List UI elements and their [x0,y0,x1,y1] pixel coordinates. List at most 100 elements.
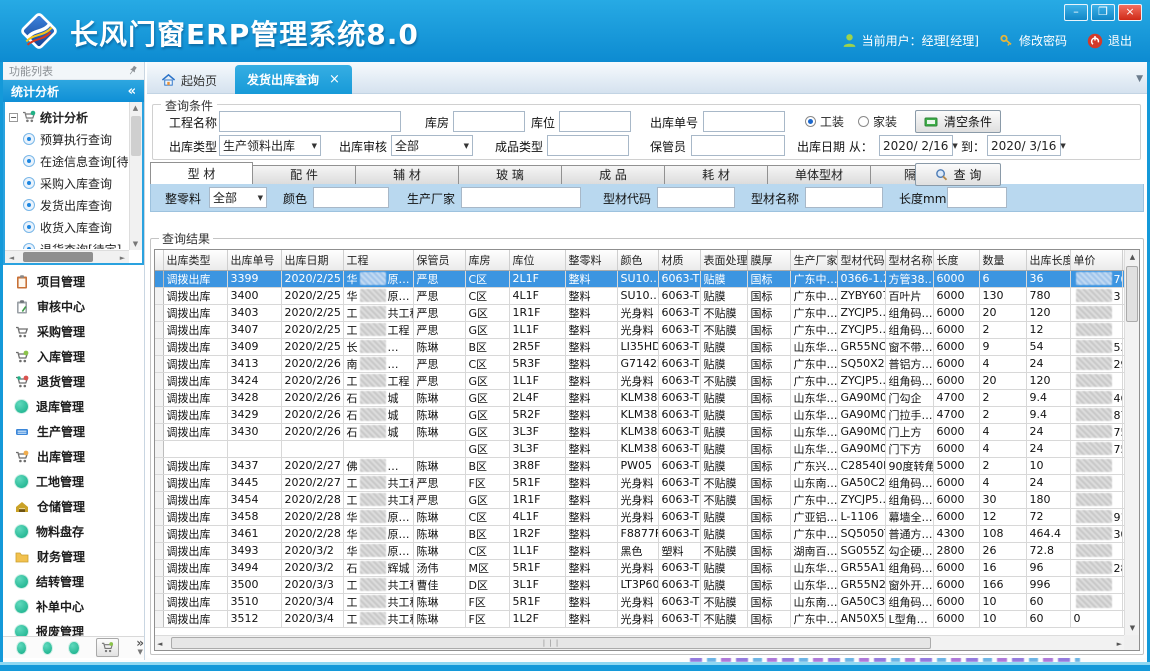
material-tab-耗材[interactable]: 耗 材 [665,165,768,185]
tree-collapse-icon[interactable]: − [9,113,18,122]
tree-item[interactable]: 采购入库查询 [9,172,128,194]
table-row[interactable]: 调拨出库34542020/2/28工共工程严思G区1R1F整料光身料6063-T… [155,491,1124,508]
column-header-材质[interactable]: 材质 [658,250,700,270]
cart-toolbar-button[interactable] [96,638,120,657]
column-header-型材代码[interactable]: 型材代码 [837,250,885,270]
table-row[interactable]: 调拨出库35002020/3/3工共工程曹佳D区3L1F整料LT3P606063… [155,576,1124,593]
table-row[interactable]: 调拨出库35122020/3/4工共工程陈琳F区1L2F整料光身料6063-T5… [155,610,1124,627]
column-header-型材名称[interactable]: 型材名称 [885,250,933,270]
whole-piece-select[interactable]: 全部▼ [209,187,267,208]
clear-conditions-button[interactable]: 清空条件 [915,110,1001,133]
sidebar-item-入库管理[interactable]: 入库管理 [3,344,144,369]
project-name-input[interactable] [219,111,401,132]
color-input[interactable] [313,187,389,208]
column-header-数量[interactable]: 数量 [979,250,1026,270]
tab-home[interactable]: 起始页 [151,67,227,93]
table-row[interactable]: 调拨出库34452020/2/27工共工程严思F区5R1F整料光身料6063-T… [155,474,1124,491]
length-input[interactable] [947,187,1007,208]
date-to-picker[interactable]: 2020/ 3/16▼ [987,135,1061,156]
sidebar-item-出库管理[interactable]: 出库管理 [3,444,144,469]
table-row[interactable]: 调拨出库34582020/2/28华原…陈琳C区4L1F整料光身料6063-T5… [155,508,1124,525]
tab-shipping-outbound-query[interactable]: 发货出库查询 × [235,65,352,94]
sidebar-item-生产管理[interactable]: 生产管理 [3,419,144,444]
profile-code-input[interactable] [657,187,735,208]
column-header-出库单号[interactable]: 出库单号 [227,250,281,270]
table-row[interactable]: 调拨出库34092020/2/25长…陈琳B区2R5F整料LI35HD6063-… [155,338,1124,355]
radio-jiazhuang[interactable]: 家装 [858,113,897,130]
product-type-input[interactable] [547,135,629,156]
table-row[interactable]: 调拨出库34372020/2/27佛…陈琳B区3R8F整料PW056063-T5… [155,457,1124,474]
table-row[interactable]: 调拨出库34612020/2/28华原…陈琳B区1R2F整料F8877FT606… [155,525,1124,542]
column-header-出库日期[interactable]: 出库日期 [281,250,343,270]
tree-item[interactable]: 收货入库查询 [9,216,128,238]
column-header-膜厚[interactable]: 膜厚 [747,250,790,270]
column-header-库位[interactable]: 库位 [509,250,565,270]
outbound-no-input[interactable] [703,111,785,132]
sidebar-item-结转管理[interactable]: 结转管理 [3,569,144,594]
tree-item[interactable]: 发货出库查询 [9,194,128,216]
collapse-icon[interactable]: « [128,84,136,99]
sidebar-item-采购管理[interactable]: 采购管理 [3,319,144,344]
tabstrip-dropdown-icon[interactable]: ▼ [1136,74,1143,84]
material-tab-成品[interactable]: 成 品 [562,165,665,185]
sidebar-item-仓储管理[interactable]: 仓储管理 [3,494,144,519]
sidebar-section-statistics[interactable]: 统计分析 « [3,80,144,102]
keeper-input[interactable] [691,135,785,156]
manufacturer-input[interactable] [461,187,581,208]
column-header-保管员[interactable]: 保管员 [413,250,465,270]
pin-icon[interactable] [128,65,138,76]
column-header-库房[interactable]: 库房 [465,250,509,270]
date-from-picker[interactable]: 2020/ 2/16▼ [879,135,953,156]
column-header-长度[interactable]: 长度 [933,250,979,270]
tree-item[interactable]: 退货查询[待定] [9,238,128,249]
column-header-单价[interactable]: 单价 [1070,250,1122,270]
table-row[interactable]: 调拨出库34242020/2/26工工程严思G区1L1F整料光身料6063-T5… [155,372,1124,389]
dot-icon[interactable] [43,642,52,654]
table-row[interactable]: 调拨出库33992020/2/25华原…严思C区2L1F整料SU10…6063-… [155,270,1124,287]
column-header-整零料[interactable]: 整零料 [565,250,617,270]
close-button[interactable]: × [1118,4,1142,21]
profile-name-input[interactable] [805,187,883,208]
sidebar-item-财务管理[interactable]: 财务管理 [3,544,144,569]
change-password-button[interactable]: 修改密码 [999,32,1067,49]
logout-button[interactable]: 退出 [1087,32,1132,49]
outbound-type-select[interactable]: 生产领料出库▼ [219,135,321,156]
tree-horizontal-scrollbar[interactable]: ◄► [5,250,129,263]
sidebar-item-项目管理[interactable]: 项目管理 [3,269,144,294]
table-row[interactable]: 调拨出库34282020/2/26石城陈琳G区2L4F整料KLM38176063… [155,389,1124,406]
table-row[interactable]: 调拨出库34032020/2/25工共工程严思G区1R1F整料光身料6063-T… [155,304,1124,321]
material-tab-玻璃[interactable]: 玻 璃 [459,165,562,185]
warehouse-input[interactable] [453,111,525,132]
sidebar-item-物料盘存[interactable]: 物料盘存 [3,519,144,544]
radio-gongzhuang[interactable]: 工装 [805,113,844,130]
table-row[interactable]: 调拨出库34132020/2/26南…严思C区5R3F整料G714226063-… [155,355,1124,372]
sidebar-item-退库管理[interactable]: 退库管理 [3,394,144,419]
column-header-颜色[interactable]: 颜色 [617,250,658,270]
outbound-audit-select[interactable]: 全部▼ [391,135,473,156]
table-row[interactable]: 调拨出库34302020/2/26石城陈琳G区3L3F整料KLM38176063… [155,423,1124,440]
tree-vertical-scrollbar[interactable]: ▲▼ [129,102,142,250]
material-tab-单体型材[interactable]: 单体型材 [768,165,871,185]
table-row[interactable]: G区3L3F整料KLM38176063-T5贴膜国标山东华…GA90M09.门下… [155,440,1124,457]
search-button[interactable]: 查 询 [915,163,1001,186]
table-row[interactable]: 调拨出库34072020/2/25工工程严思G区1L1F整料光身料6063-T5… [155,321,1124,338]
tree-root-statistics[interactable]: − 统计分析 [9,106,128,128]
material-tab-型材[interactable]: 型 材 [150,162,253,185]
tree-item[interactable]: 在途信息查询[待 [9,150,128,172]
dot-icon[interactable] [69,642,78,654]
maximize-button[interactable]: ❐ [1091,4,1115,21]
table-row[interactable]: 调拨出库34942020/3/2石辉城汤伟M区5R1F整料光身料6063-T5贴… [155,559,1124,576]
column-header-出库类型[interactable]: 出库类型 [163,250,227,270]
material-tab-辅材[interactable]: 辅 材 [356,165,459,185]
sidebar-item-退货管理[interactable]: 退货管理 [3,369,144,394]
table-row[interactable]: 调拨出库35102020/3/4工共工程陈琳F区5R1F整料光身料6063-T5… [155,593,1124,610]
column-header-工程[interactable]: 工程 [343,250,413,270]
sidebar-item-审核中心[interactable]: 审核中心 [3,294,144,319]
overflow-more-button[interactable]: »▼ [136,639,144,657]
sidebar-item-工地管理[interactable]: 工地管理 [3,469,144,494]
column-header-生产厂家[interactable]: 生产厂家 [790,250,837,270]
tree-item[interactable]: 预算执行查询 [9,128,128,150]
column-header-出库长度[interactable]: 出库长度 [1026,250,1070,270]
table-row[interactable]: 调拨出库34002020/2/25华原…严思C区4L1F整料SU10…6063-… [155,287,1124,304]
grid-horizontal-scrollbar[interactable]: ◄ ► | | | [155,635,1124,650]
